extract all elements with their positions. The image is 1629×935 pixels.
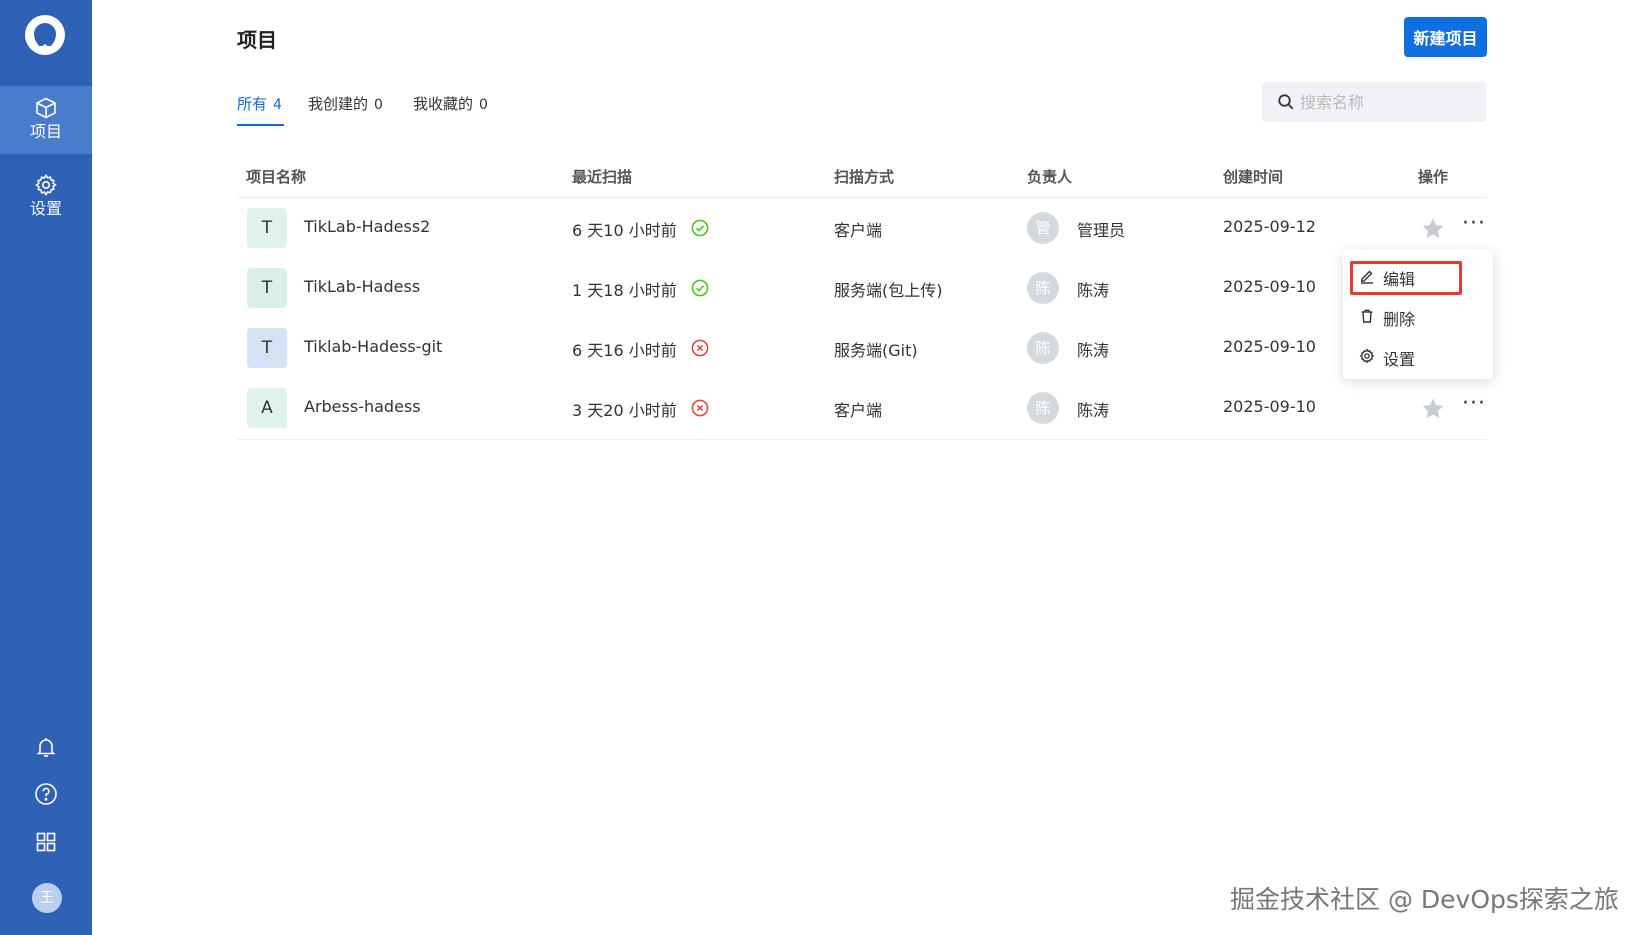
- apps-grid-icon[interactable]: [34, 830, 58, 854]
- menu-item-label: 删除: [1383, 310, 1416, 329]
- tab-count: 0: [374, 97, 383, 113]
- edit-icon: [1361, 270, 1373, 284]
- tab-label: 我收藏的: [413, 95, 474, 113]
- project-avatar: A: [247, 388, 287, 428]
- scan-method: 客户端: [834, 221, 883, 240]
- project-avatar: T: [247, 268, 287, 308]
- project-name-link[interactable]: TikLab-Hadess2: [304, 217, 430, 236]
- table-header: 项目名称 最近扫描 扫描方式 负责人 创建时间 操作: [237, 156, 1487, 198]
- column-header-owner: 负责人: [1027, 168, 1073, 186]
- column-header-actions: 操作: [1418, 168, 1449, 186]
- owner-avatar: 管: [1027, 212, 1059, 244]
- page-title: 项目: [237, 28, 277, 52]
- search-input[interactable]: [1300, 82, 1480, 122]
- gear-icon: [1359, 348, 1375, 364]
- scan-method: 服务端(包上传): [834, 281, 943, 300]
- help-circle-icon[interactable]: [34, 782, 58, 806]
- tab-created-by-me[interactable]: 我创建的 0: [308, 93, 383, 127]
- owner-name: 陈涛: [1077, 281, 1110, 300]
- tab-label: 所有: [237, 95, 268, 113]
- sidebar-item-label: 设置: [29, 199, 62, 218]
- sidebar-item-label: 项目: [29, 122, 62, 141]
- table-row[interactable]: T TikLab-Hadess 1 天18 小时前 服务端(包上传) 陈 陈涛 …: [237, 258, 1487, 318]
- owner-name: 管理员: [1077, 221, 1126, 240]
- column-header-last-scan: 最近扫描: [572, 168, 633, 186]
- tab-all[interactable]: 所有 4: [237, 93, 282, 127]
- more-actions-button[interactable]: ···: [1459, 393, 1489, 420]
- owner-avatar: 陈: [1027, 392, 1059, 424]
- success-check-icon: [691, 279, 709, 297]
- scan-method: 客户端: [834, 401, 883, 420]
- tab-count: 4: [273, 97, 282, 113]
- table-row[interactable]: T TikLab-Hadess2 6 天10 小时前 客户端 管 管理员 202…: [237, 198, 1487, 258]
- owner-name: 陈涛: [1077, 341, 1110, 360]
- cube-icon: [36, 97, 56, 119]
- bell-icon[interactable]: [34, 735, 58, 759]
- sidebar-item-settings[interactable]: 设置: [0, 163, 92, 231]
- created-date: 2025-09-10: [1223, 337, 1316, 356]
- menu-item-delete[interactable]: 删除: [1355, 301, 1471, 333]
- app-logo-icon[interactable]: [24, 14, 66, 56]
- last-scan-time: 1 天18 小时前: [572, 281, 677, 300]
- active-tab-indicator: [237, 124, 284, 126]
- favorite-star-icon[interactable]: [1420, 396, 1446, 422]
- table-divider: [237, 439, 1487, 440]
- failed-x-icon: [691, 339, 709, 357]
- menu-item-label: 编辑: [1383, 270, 1416, 289]
- project-avatar: T: [247, 208, 287, 248]
- gear-icon: [35, 174, 57, 196]
- watermark-text: 掘金技术社区 @ DevOps探索之旅: [1230, 885, 1619, 914]
- last-scan-time: 6 天10 小时前: [572, 221, 677, 240]
- menu-item-label: 设置: [1383, 350, 1416, 369]
- more-actions-button[interactable]: ···: [1459, 213, 1489, 240]
- created-date: 2025-09-12: [1223, 217, 1316, 236]
- column-header-scan-method: 扫描方式: [834, 168, 895, 186]
- success-check-icon: [691, 219, 709, 237]
- menu-item-settings[interactable]: 设置: [1355, 341, 1471, 373]
- created-date: 2025-09-10: [1223, 397, 1316, 416]
- tab-label: 我创建的: [308, 95, 369, 113]
- favorite-star-icon[interactable]: [1420, 216, 1446, 242]
- search-icon: [1278, 94, 1294, 110]
- column-header-name: 项目名称: [246, 168, 307, 186]
- menu-item-edit[interactable]: 编辑: [1355, 261, 1471, 293]
- sidebar-item-projects[interactable]: 项目: [0, 86, 92, 154]
- project-name-link[interactable]: TikLab-Hadess: [304, 277, 420, 296]
- search-box[interactable]: [1262, 82, 1487, 122]
- user-avatar[interactable]: 王: [32, 883, 62, 913]
- created-date: 2025-09-10: [1223, 277, 1316, 296]
- new-project-button[interactable]: 新建项目: [1404, 17, 1487, 57]
- tab-count: 0: [479, 97, 488, 113]
- scan-method: 服务端(Git): [834, 341, 918, 360]
- trash-icon: [1361, 309, 1373, 323]
- project-name-link[interactable]: Tiklab-Hadess-git: [304, 337, 442, 356]
- row-action-menu: 编辑 删除 设置: [1343, 249, 1493, 379]
- last-scan-time: 3 天20 小时前: [572, 401, 677, 420]
- project-avatar: T: [247, 328, 287, 368]
- failed-x-icon: [691, 399, 709, 417]
- last-scan-time: 6 天16 小时前: [572, 341, 677, 360]
- table-row[interactable]: A Arbess-hadess 3 天20 小时前 客户端 陈 陈涛 2025-…: [237, 378, 1487, 438]
- owner-avatar: 陈: [1027, 332, 1059, 364]
- column-header-created: 创建时间: [1223, 168, 1284, 186]
- project-name-link[interactable]: Arbess-hadess: [304, 397, 421, 416]
- sidebar: 项目 设置 王: [0, 0, 92, 935]
- table-row[interactable]: T Tiklab-Hadess-git 6 天16 小时前 服务端(Git) 陈…: [237, 318, 1487, 378]
- tab-favorites[interactable]: 我收藏的 0: [413, 93, 488, 127]
- owner-name: 陈涛: [1077, 401, 1110, 420]
- owner-avatar: 陈: [1027, 272, 1059, 304]
